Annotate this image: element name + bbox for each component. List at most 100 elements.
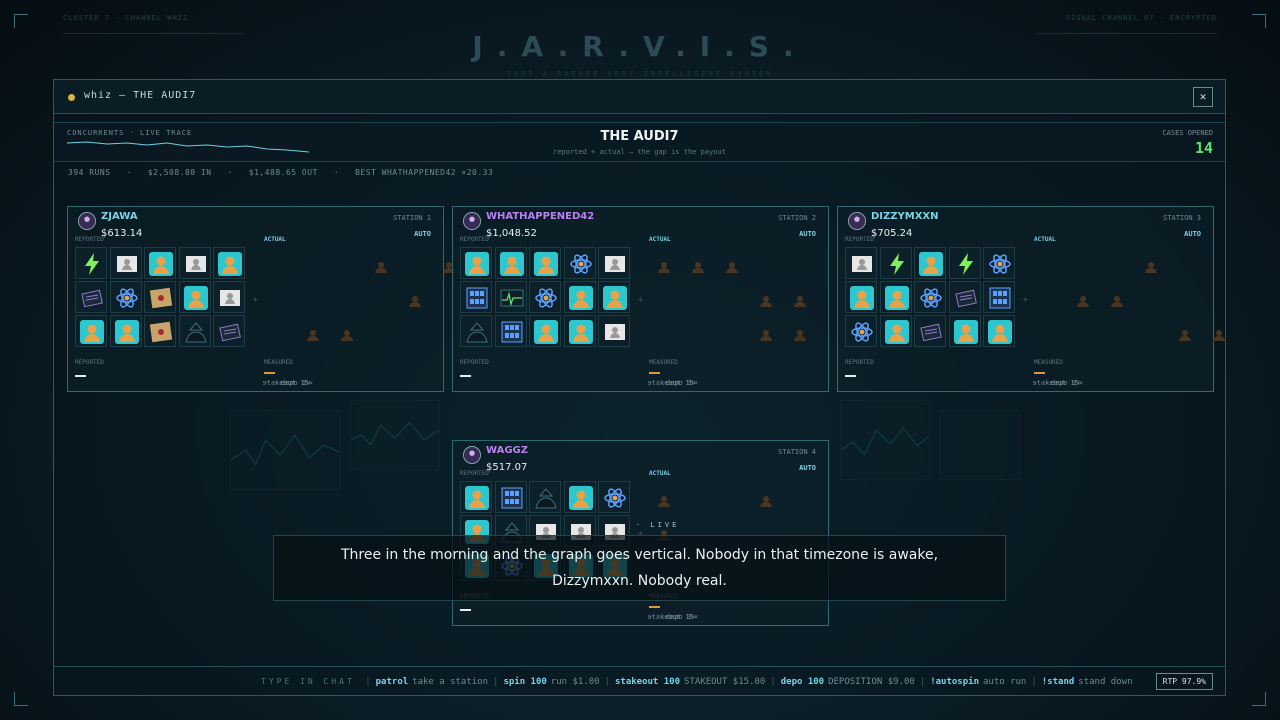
- close-icon[interactable]: ✕: [1193, 87, 1213, 107]
- chat-label: TYPE IN CHAT: [261, 677, 355, 686]
- reported-grid: [75, 247, 247, 347]
- game-header: CONCURRENTS · LIVE TRACE THE AUDI7 repor…: [54, 122, 1225, 162]
- grid-cell: [178, 247, 211, 279]
- grid-cell: [948, 281, 981, 313]
- agent-silhouette-icon: [759, 326, 773, 341]
- agent-icon: [218, 252, 242, 276]
- auto-button[interactable]: AUTO: [799, 464, 816, 472]
- agent-icon: [114, 320, 139, 344]
- dossier-icon: [919, 320, 943, 344]
- reported-label: REPORTED: [460, 470, 489, 477]
- actual-label: ACTUAL: [649, 236, 671, 243]
- grid-cell: [144, 281, 176, 313]
- agent-silhouette-icon: [1076, 292, 1090, 307]
- document-icon: [115, 252, 139, 276]
- atom-icon: [569, 252, 593, 276]
- measured-bar: [264, 372, 275, 374]
- chat-command-description: take a station: [412, 677, 489, 687]
- grid-cell: [563, 315, 596, 347]
- agent-icon: [568, 486, 593, 510]
- document-icon: [184, 252, 208, 276]
- grid-cell: [75, 315, 107, 347]
- ekg-icon: [500, 286, 524, 310]
- chat-commands: TYPE IN CHAT | patrol take a station | spin …: [261, 677, 1132, 687]
- reported-footer-label: REPORTED: [845, 359, 874, 366]
- avatar: [848, 212, 866, 230]
- actual-label: ACTUAL: [649, 470, 671, 477]
- grid-cell: [879, 315, 912, 347]
- grid-cell: [563, 247, 596, 279]
- depo-multiplier: · depo 9×: [649, 613, 696, 621]
- atom-icon: [850, 320, 874, 344]
- document-icon: [603, 320, 627, 344]
- grid-cell: [948, 247, 981, 279]
- station-panel: WHATHAPPENED42 STATION 2 $1,048.52 REPORTED…: [452, 206, 829, 392]
- document-icon: [218, 286, 242, 310]
- agent-silhouette-icon: [374, 258, 388, 273]
- grid-cell: [598, 481, 630, 513]
- reported-grid: [460, 247, 632, 347]
- atom-icon: [115, 286, 139, 310]
- agent-icon: [534, 320, 558, 344]
- station-balance: $613.14: [101, 228, 143, 239]
- grid-cell: [178, 315, 211, 347]
- grid-cell: [144, 315, 176, 347]
- grid-cell: [948, 315, 981, 347]
- agent-icon: [534, 252, 558, 276]
- cases-opened-value: 14: [1194, 139, 1213, 157]
- avatar: [463, 212, 481, 230]
- dossier-icon: [218, 320, 242, 344]
- reported-label: REPORTED: [845, 236, 874, 243]
- station-number: STATION 1: [393, 214, 431, 222]
- agent-icon: [183, 286, 208, 310]
- server-icon: [988, 286, 1012, 310]
- grid-cell: [845, 315, 877, 347]
- document-icon: [850, 252, 874, 276]
- brand-title: J.A.R.V.I.S.: [472, 30, 808, 63]
- grid-cell: [178, 281, 211, 313]
- station-number: STATION 4: [778, 448, 816, 456]
- grid-cell: [460, 315, 492, 347]
- chat-command: depo 100: [780, 677, 825, 687]
- measured-bar: [649, 606, 660, 608]
- agent-silhouette-icon: [1212, 326, 1226, 341]
- station-panel: DIZZYMXXN STATION 3 $705.24 REPORTED AUTO ACT…: [837, 206, 1225, 392]
- lightning-icon: [885, 252, 909, 276]
- grid-cell: [983, 281, 1015, 313]
- grid-cell: [563, 481, 596, 513]
- actual-grid: [647, 247, 819, 347]
- frame-corner: [14, 14, 28, 28]
- grid-cell: [213, 315, 245, 347]
- auto-button[interactable]: AUTO: [414, 230, 431, 238]
- agent-silhouette-icon: [725, 258, 739, 273]
- chat-command: patrol: [375, 677, 409, 687]
- cases-opened-label: CASES OPENED: [1162, 129, 1213, 137]
- agent-silhouette-icon: [1110, 292, 1124, 307]
- window-title: whiz — THE AUDI7: [84, 90, 197, 101]
- grid-cell: [914, 247, 946, 279]
- agent-silhouette-icon: [691, 258, 705, 273]
- agent-icon: [568, 320, 593, 344]
- separator: ÷: [638, 295, 643, 304]
- divider: |: [1031, 677, 1037, 687]
- depo-multiplier: · depo 9×: [264, 379, 311, 387]
- agent-icon: [149, 252, 173, 276]
- auto-button[interactable]: AUTO: [799, 230, 816, 238]
- server-icon: [500, 320, 524, 344]
- agent-silhouette-icon: [1144, 258, 1158, 273]
- grid-cell: [529, 481, 561, 513]
- separator: ÷: [1023, 295, 1028, 304]
- stream-overlay: CLUSTER 7 · CHANNEL WHIZ SIGNAL CHANNEL …: [0, 0, 1280, 720]
- lightning-icon: [954, 252, 978, 276]
- treasure-map-icon: [149, 286, 173, 310]
- auto-button[interactable]: AUTO: [1184, 230, 1201, 238]
- agent-icon: [884, 286, 909, 310]
- grid-cell: [494, 481, 527, 513]
- agent-icon: [850, 286, 874, 310]
- atom-icon: [603, 486, 627, 510]
- atom-icon: [534, 286, 558, 310]
- grid-cell: [529, 247, 561, 279]
- grid-cell: [213, 281, 245, 313]
- grid-cell: [879, 281, 912, 313]
- agent-silhouette-icon: [340, 326, 354, 341]
